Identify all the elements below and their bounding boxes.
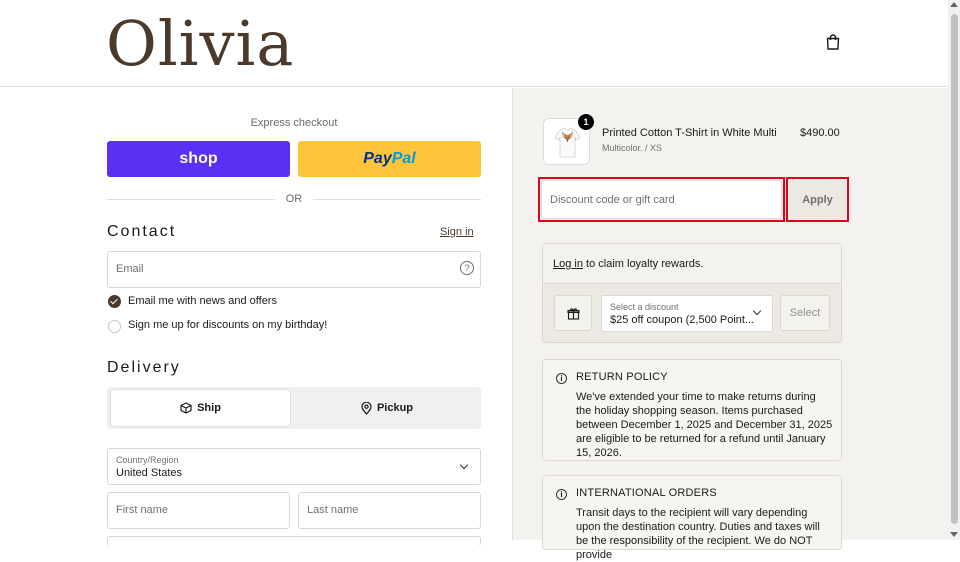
discount-reward-select[interactable]: Select a discount $25 off coupon (2,500 … — [601, 295, 773, 332]
international-orders-box: i INTERNATIONAL ORDERS Transit days to t… — [542, 475, 842, 561]
country-select-label: Country/Region — [116, 455, 179, 465]
highlight-discount-input — [538, 177, 785, 222]
shopping-bag-icon[interactable] — [824, 33, 842, 51]
news-checkbox[interactable] — [108, 295, 121, 308]
delivery-heading: Delivery — [107, 359, 181, 376]
or-divider-label: OR — [285, 193, 303, 205]
chevron-down-icon — [459, 460, 469, 470]
log-in-link[interactable]: Log in — [553, 258, 583, 270]
paypal-pay-text: Pay — [363, 150, 392, 167]
info-icon: i — [556, 373, 567, 384]
news-checkbox-label: Email me with news and offers — [128, 295, 277, 307]
tab-pickup[interactable]: Pickup — [294, 389, 480, 427]
country-select[interactable]: Country/Region United States — [107, 448, 481, 485]
international-orders-title: INTERNATIONAL ORDERS — [576, 487, 717, 499]
scroll-up-arrow-icon[interactable] — [950, 2, 958, 7]
birthday-checkbox-label: Sign me up for discounts on my birthday! — [128, 319, 328, 331]
email-field[interactable]: Email ? — [107, 251, 481, 288]
discount-select-label: Select a discount — [610, 302, 679, 312]
product-price: $490.00 — [800, 127, 840, 139]
first-name-placeholder: First name — [116, 504, 168, 516]
first-name-field[interactable]: First name — [107, 492, 290, 529]
loyalty-message-text: to claim loyalty rewards. — [582, 258, 704, 270]
divider-right — [313, 199, 481, 200]
product-variant: Multicolor. / XS — [602, 143, 663, 153]
country-select-value: United States — [116, 467, 183, 479]
contact-heading: Contact — [107, 223, 177, 240]
tab-ship-label: Ship — [197, 402, 221, 414]
last-name-placeholder: Last name — [307, 504, 359, 516]
info-icon: i — [556, 489, 567, 500]
divider-left — [107, 199, 275, 200]
express-checkout-label: Express checkout — [250, 117, 338, 129]
gift-icon — [554, 295, 592, 331]
discount-select-value: $25 off coupon (2,500 Point... — [610, 314, 755, 326]
birthday-checkbox[interactable] — [108, 320, 121, 333]
help-icon[interactable]: ? — [460, 261, 474, 275]
select-reward-button[interactable]: Select — [780, 295, 830, 331]
scrollbar-thumb[interactable] — [951, 14, 958, 524]
international-orders-body: Transit days to the recipient will vary … — [576, 507, 820, 561]
address-field[interactable] — [107, 536, 481, 546]
brand-logo[interactable]: Olivia — [106, 6, 294, 82]
loyalty-header: Log in to claim loyalty rewards. — [543, 244, 841, 284]
loyalty-message: Log in to claim loyalty rewards. — [553, 258, 703, 270]
loyalty-rewards-box: Log in to claim loyalty rewards. Select … — [542, 243, 842, 343]
paypal-button[interactable]: Pay Pal — [298, 141, 481, 177]
last-name-field[interactable]: Last name — [298, 492, 481, 529]
package-icon — [180, 402, 192, 414]
tab-pickup-label: Pickup — [376, 402, 414, 414]
email-placeholder: Email — [116, 263, 144, 275]
return-policy-title: RETURN POLICY — [576, 371, 668, 383]
quantity-badge: 1 — [578, 114, 594, 130]
highlight-apply-button — [786, 177, 849, 222]
return-policy-body: We've extended your time to make returns… — [576, 391, 833, 459]
return-policy-box: i RETURN POLICY We've extended your time… — [542, 359, 842, 461]
product-name: Printed Cotton T-Shirt in White Multi — [602, 127, 777, 139]
map-pin-icon — [361, 401, 372, 415]
sign-in-link[interactable]: Sign in — [440, 226, 474, 238]
site-header: Olivia — [0, 0, 948, 87]
tab-ship[interactable]: Ship — [110, 389, 291, 427]
scroll-down-arrow-icon[interactable] — [950, 532, 958, 537]
shop-pay-button[interactable]: shop — [107, 141, 290, 177]
loyalty-redeem-row: Select a discount $25 off coupon (2,500 … — [543, 284, 841, 342]
paypal-pal-text: Pal — [391, 150, 416, 167]
